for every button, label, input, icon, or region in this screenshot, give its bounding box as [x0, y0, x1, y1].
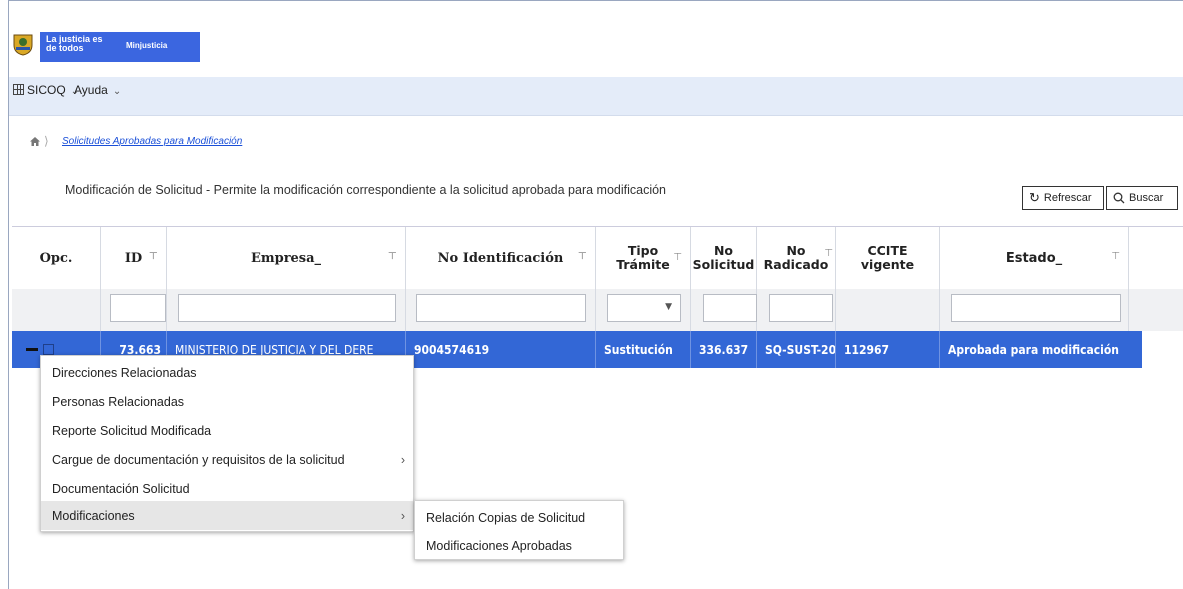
- breadcrumb-link[interactable]: Solicitudes Aprobadas para Modificación: [62, 136, 242, 147]
- breadcrumb-separator: ⟩: [44, 134, 49, 148]
- filter-cell: [836, 289, 940, 331]
- column-header-estado[interactable]: Estado_ ⊤: [940, 227, 1129, 289]
- column-label: Estado_: [1005, 250, 1063, 266]
- cell-identificacion: 9004574619: [406, 331, 596, 368]
- column-label: No Identificación: [437, 250, 564, 266]
- column-label: Empresa_: [250, 250, 322, 266]
- menu-item-label: Documentación Solicitud: [52, 481, 190, 496]
- search-label: Buscar: [1129, 192, 1164, 204]
- chevron-right-icon: ›: [400, 452, 405, 467]
- column-header-identificacion[interactable]: No Identificación ⊤: [406, 227, 596, 289]
- filter-icon[interactable]: ⊤: [824, 247, 833, 261]
- filter-icon[interactable]: ⊤: [1111, 251, 1120, 262]
- page-subtitle: Modificación de Solicitud - Permite la m…: [65, 183, 667, 197]
- menu-item-cargue[interactable]: Cargue de documentación y requisitos de …: [41, 445, 413, 474]
- menu-item-documentacion[interactable]: Documentación Solicitud: [41, 474, 413, 503]
- logo: La justicia es de todos Minjusticia: [10, 28, 200, 68]
- filter-cell: [940, 289, 1129, 331]
- dropdown-arrow-icon: ▼: [665, 302, 672, 312]
- menu-item-label: Modificaciones: [52, 508, 135, 523]
- menu-ayuda-label: Ayuda: [74, 83, 108, 97]
- filter-cell: [757, 289, 836, 331]
- filter-cell: ▼: [596, 289, 691, 331]
- cell-solicitud: 336.637: [691, 331, 757, 368]
- tipo-filter-select[interactable]: ▼: [607, 294, 681, 322]
- refresh-icon: ↻: [1029, 190, 1040, 205]
- menu-sicoq-label: SICOQ: [27, 83, 66, 97]
- filter-cell: [167, 289, 406, 331]
- filter-icon[interactable]: ⊤: [149, 251, 158, 262]
- menu-sicoq[interactable]: SICOQ ⌄: [13, 83, 79, 97]
- search-icon: [1113, 192, 1125, 204]
- search-button[interactable]: Buscar: [1106, 186, 1178, 210]
- menu-item-label: Direcciones Relacionadas: [52, 365, 197, 380]
- column-label: No Solicitud: [692, 243, 755, 272]
- filter-cell: [101, 289, 167, 331]
- solicitud-filter-input[interactable]: [703, 294, 757, 322]
- filter-icon[interactable]: ⊤: [578, 251, 587, 262]
- top-header: La justicia es de todos Minjusticia: [9, 1, 1183, 77]
- cell-ccite: 112967: [836, 331, 940, 368]
- menu-item-label: Relación Copias de Solicitud: [426, 510, 586, 525]
- refresh-label: Refrescar: [1043, 192, 1092, 204]
- chevron-right-icon: ›: [400, 508, 405, 523]
- menu-item-label: Cargue de documentación y requisitos de …: [52, 452, 345, 467]
- menu-item-modificaciones[interactable]: Modificaciones ›: [41, 501, 413, 530]
- column-label: ID: [124, 250, 143, 266]
- column-header-tipo[interactable]: Tipo Trámite ⊤: [596, 227, 691, 289]
- column-label: CCITE vigente: [860, 243, 915, 272]
- context-menu: Direcciones Relacionadas Personas Relaci…: [40, 355, 414, 532]
- empresa-filter-input[interactable]: [178, 294, 396, 322]
- column-header-radicado[interactable]: No Radicado ⊤: [757, 227, 836, 289]
- data-grid: Opc. ID ⊤ Empresa_ ⊤ No Identificación ⊤ Ti…: [12, 226, 1183, 370]
- chevron-down-icon: ⌄: [112, 86, 122, 97]
- submenu-item-aprobadas[interactable]: Modificaciones Aprobadas: [415, 531, 623, 560]
- grid-icon: [13, 84, 24, 95]
- filter-icon[interactable]: ⊤: [673, 251, 682, 265]
- filter-cell: [12, 289, 101, 331]
- column-header-ccite[interactable]: CCITE vigente: [836, 227, 940, 289]
- menu-item-label: Personas Relacionadas: [52, 394, 185, 409]
- menu-bar: SICOQ ⌄ Ayuda ⌄: [9, 77, 1183, 116]
- column-label: Tipo Trámite: [616, 243, 670, 272]
- cell-estado: Aprobada para modificación: [948, 342, 1119, 357]
- submenu: Relación Copias de Solicitud Modificacio…: [414, 500, 624, 560]
- menu-ayuda[interactable]: Ayuda ⌄: [74, 83, 121, 97]
- filter-icon[interactable]: ⊤: [388, 251, 397, 262]
- column-label: No Radicado: [763, 243, 829, 272]
- logo-ministry-text: Minjusticia: [126, 41, 168, 50]
- column-header-solicitud[interactable]: No Solicitud: [691, 227, 757, 289]
- menu-item-direcciones[interactable]: Direcciones Relacionadas: [41, 358, 413, 387]
- submenu-item-copias[interactable]: Relación Copias de Solicitud: [415, 503, 623, 532]
- cell-radicado: SQ-SUST-202: [757, 331, 836, 368]
- column-header-id[interactable]: ID ⊤: [101, 227, 167, 289]
- coat-of-arms-icon: [13, 34, 33, 56]
- id-filter-input[interactable]: [110, 294, 166, 322]
- filter-cell: [406, 289, 596, 331]
- filter-cell: [691, 289, 757, 331]
- menu-item-reporte[interactable]: Reporte Solicitud Modificada: [41, 416, 413, 445]
- checkbox-icon[interactable]: [43, 344, 54, 355]
- refresh-button[interactable]: ↻ Refrescar: [1022, 186, 1104, 210]
- radicado-filter-input[interactable]: [769, 294, 833, 322]
- identificacion-filter-input[interactable]: [416, 294, 586, 322]
- logo-text: La justicia es de todos: [46, 34, 103, 53]
- column-header-opc: Opc.: [12, 227, 101, 289]
- home-icon[interactable]: [30, 137, 40, 146]
- expand-icon[interactable]: [26, 348, 38, 351]
- column-header-empresa[interactable]: Empresa_ ⊤: [167, 227, 406, 289]
- menu-item-label: Modificaciones Aprobadas: [426, 538, 572, 553]
- menu-item-personas[interactable]: Personas Relacionadas: [41, 387, 413, 416]
- menu-item-label: Reporte Solicitud Modificada: [52, 423, 212, 438]
- column-label: Opc.: [39, 250, 73, 266]
- cell-tipo: Sustitución: [596, 331, 691, 368]
- logo-banner: La justicia es de todos Minjusticia: [40, 32, 200, 62]
- estado-filter-input[interactable]: [951, 294, 1121, 322]
